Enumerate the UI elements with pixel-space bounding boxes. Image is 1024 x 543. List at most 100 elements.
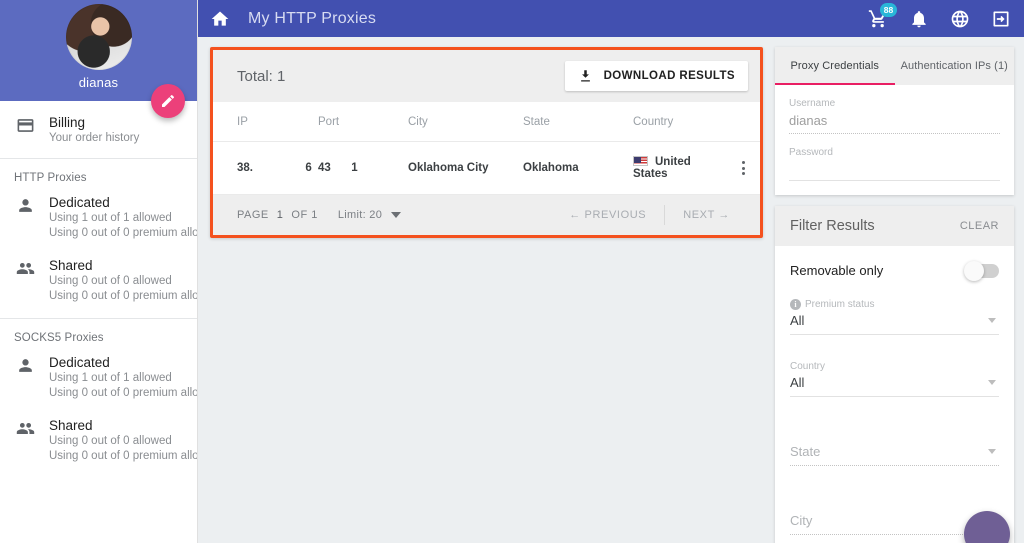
download-results-button[interactable]: DOWNLOAD RESULTS [564, 61, 748, 91]
person-icon [14, 194, 36, 215]
proxies-card: Total: 1 DOWNLOAD RESULTS IP Port City S… [210, 47, 763, 238]
profile-header: dianas [0, 0, 197, 118]
topbar-actions: 88 [868, 2, 1011, 29]
cart-button[interactable]: 88 [868, 2, 897, 29]
state-select[interactable]: State [775, 441, 1014, 466]
cell-state: Oklahoma [523, 141, 633, 195]
password-field: Password [775, 146, 1014, 181]
kebab-menu-icon[interactable] [726, 161, 760, 175]
premium-status-select[interactable]: i Premium status All [775, 299, 1014, 335]
logout-button[interactable] [991, 9, 1011, 29]
col-city[interactable]: City [408, 102, 523, 142]
credentials-panel: Proxy Credentials Authentication IPs (1)… [775, 47, 1014, 195]
app-root: dianas Billing Your order history HTTP P… [0, 0, 1024, 543]
filter-results-panel: Filter Results CLEAR Removable only i Pr… [775, 206, 1014, 543]
table-head: IP Port City State Country [213, 102, 760, 142]
username-value: dianas [789, 111, 1000, 134]
billing-title: Billing [49, 115, 86, 130]
password-label: Password [789, 147, 833, 158]
col-country[interactable]: Country [633, 102, 726, 142]
http-dedicated-title: Dedicated [49, 195, 110, 210]
country-select[interactable]: Country All [775, 361, 1014, 397]
previous-page-button[interactable]: ← PREVIOUS [551, 209, 664, 221]
col-state[interactable]: State [523, 102, 633, 142]
http-dedicated-line2: Using 0 out of 0 premium allowed [49, 227, 198, 239]
table-header-row: IP Port City State Country [213, 102, 760, 142]
col-ip[interactable]: IP [213, 102, 318, 142]
sidebar-item-socks5-shared[interactable]: Shared Using 0 out of 0 allowed Using 0 … [0, 417, 197, 476]
cart-badge: 88 [880, 2, 897, 17]
sidebar-item-socks5-dedicated[interactable]: Dedicated Using 1 out of 1 allowed Using… [0, 354, 197, 417]
page-number: 1 [276, 209, 284, 221]
content-area: My HTTP Proxies 88 Total: 1 DOWNLOAD RES… [198, 0, 1024, 543]
socks5-shared-text: Shared Using 0 out of 0 allowed Using 0 … [49, 417, 198, 464]
sidebar-item-http-dedicated[interactable]: Dedicated Using 1 out of 1 allowed Using… [0, 194, 197, 257]
proxies-main: Total: 1 DOWNLOAD RESULTS IP Port City S… [198, 37, 775, 543]
cell-ip: 38. 6 [213, 141, 318, 195]
profile-username: dianas [78, 75, 119, 90]
socks5-shared-title: Shared [49, 418, 93, 433]
table-row[interactable]: 38. 6 43 1 Oklahoma City Oklahoma United… [213, 141, 760, 195]
cell-city: Oklahoma City [408, 141, 523, 195]
billing-text-block: Billing Your order history [49, 114, 139, 146]
http-dedicated-line1: Using 1 out of 1 allowed [49, 212, 172, 224]
http-shared-title: Shared [49, 258, 93, 273]
home-icon[interactable] [210, 9, 230, 29]
password-value[interactable] [789, 160, 1000, 181]
card-header: Total: 1 DOWNLOAD RESULTS [213, 50, 760, 102]
people-icon [14, 257, 36, 278]
country-label: Country [790, 361, 826, 372]
clear-filters-button[interactable]: CLEAR [960, 220, 999, 232]
cell-port: 43 1 [318, 141, 408, 195]
limit-label[interactable]: Limit: 20 [338, 209, 382, 221]
tab-authentication-ips[interactable]: Authentication IPs (1) [895, 47, 1015, 85]
col-actions [726, 102, 760, 142]
filter-header: Filter Results CLEAR [775, 206, 1014, 246]
col-port[interactable]: Port [318, 102, 408, 142]
table-body: 38. 6 43 1 Oklahoma City Oklahoma United… [213, 141, 760, 195]
download-results-label: DOWNLOAD RESULTS [603, 70, 735, 82]
socks5-shared-line1: Using 0 out of 0 allowed [49, 435, 172, 447]
socks5-dedicated-title: Dedicated [49, 355, 110, 370]
state-placeholder: State [790, 441, 999, 466]
socks5-dedicated-line2: Using 0 out of 0 premium allowed [49, 387, 198, 399]
page-label: PAGE [237, 209, 269, 221]
download-icon [580, 69, 590, 81]
page-title: My HTTP Proxies [248, 9, 377, 27]
filter-title: Filter Results [790, 218, 875, 234]
sidebar-item-http-shared[interactable]: Shared Using 0 out of 0 allowed Using 0 … [0, 257, 197, 318]
section-label-http: HTTP Proxies [14, 172, 87, 184]
chevron-down-icon [988, 380, 996, 385]
notifications-button[interactable] [909, 9, 929, 29]
credentials-tabs: Proxy Credentials Authentication IPs (1) [775, 47, 1014, 85]
pagination-bar: PAGE 1 OF 1 Limit: 20 ← PREVIOUS NEXT → [213, 195, 760, 235]
chevron-down-icon [988, 318, 996, 323]
premium-status-label: i Premium status [790, 299, 999, 310]
country-value: All [790, 372, 999, 397]
username-label: Username [789, 98, 836, 109]
removable-only-row: Removable only [775, 246, 1014, 291]
globe-icon [951, 10, 969, 27]
http-shared-text: Shared Using 0 out of 0 allowed Using 0 … [49, 257, 197, 304]
cell-ip-part1: 38. [237, 162, 253, 174]
avatar [65, 4, 132, 70]
http-shared-line1: Using 0 out of 0 allowed [49, 275, 172, 287]
chevron-down-icon[interactable] [391, 212, 402, 218]
removable-only-toggle[interactable] [964, 260, 999, 281]
top-app-bar: My HTTP Proxies 88 [198, 0, 1024, 37]
proxies-table: IP Port City State Country 38. 6 43 1 Ok… [213, 102, 760, 195]
next-page-button[interactable]: NEXT → [665, 209, 748, 221]
socks5-shared-line2: Using 0 out of 0 premium allowed [49, 450, 198, 462]
language-button[interactable] [950, 9, 970, 29]
premium-status-label-text: Premium status [805, 299, 875, 310]
edit-profile-button[interactable] [151, 84, 185, 118]
section-label-socks5: SOCKS5 Proxies [14, 332, 104, 344]
us-flag-icon [633, 156, 648, 166]
billing-subtitle: Your order history [49, 132, 140, 144]
tab-proxy-credentials[interactable]: Proxy Credentials [775, 47, 895, 85]
